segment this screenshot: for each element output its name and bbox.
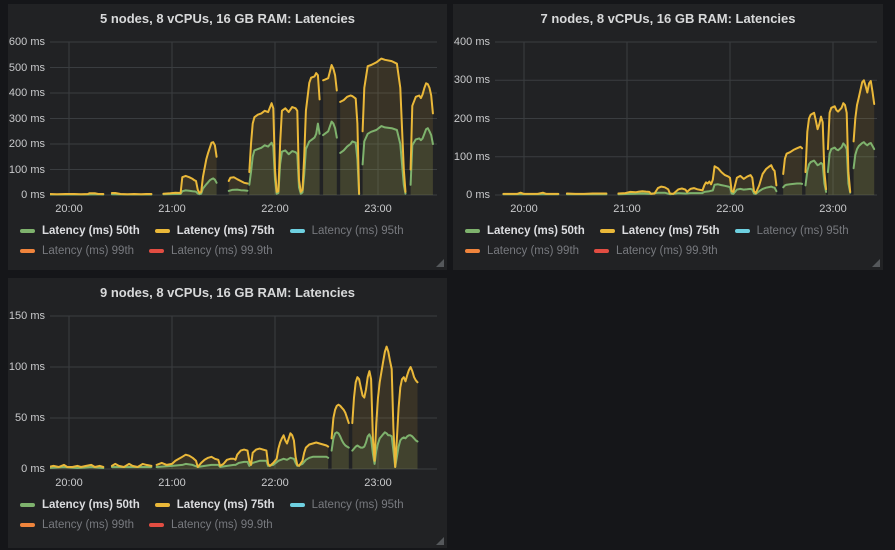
legend-label: Latency (ms) 50th [42,225,140,237]
x-axis-tick-label: 22:00 [252,477,298,489]
panel-9-nodes-latencies: 9 nodes, 8 vCPUs, 16 GB RAM: Latencies 0… [8,278,447,548]
legend-row: Latency (ms) 99th Latency (ms) 99.9th [20,515,433,535]
y-axis-tick-label: 100 ms [8,164,45,176]
panel-7-nodes-latencies: 7 nodes, 8 vCPUs, 16 GB RAM: Latencies 0… [453,4,883,270]
x-axis-tick-label: 22:00 [252,203,298,215]
legend-label: Latency (ms) 95th [312,499,404,511]
series-line [48,193,103,194]
legend-swatch-icon [20,523,35,527]
x-axis-tick-label: 21:00 [149,477,195,489]
legend-item[interactable]: Latency (ms) 99.9th [149,245,273,257]
legend-row: Latency (ms) 50th Latency (ms) 75th Latenc… [20,221,433,241]
panel-5-nodes-latencies: 5 nodes, 8 vCPUs, 16 GB RAM: Latencies 0… [8,4,447,270]
legend-label: Latency (ms) 99.9th [616,245,718,257]
legend-item[interactable]: Latency (ms) 75th [155,225,275,237]
series-line [48,465,103,467]
panel-resize-handle[interactable] [436,537,444,545]
y-axis-tick-label: 0 ms [453,189,490,201]
panel-title[interactable]: 5 nodes, 8 vCPUs, 16 GB RAM: Latencies [8,11,447,26]
legend-item[interactable]: Latency (ms) 99th [465,245,579,257]
legend-label: Latency (ms) 75th [622,225,720,237]
legend-swatch-icon [465,229,480,233]
x-axis-tick-label: 23:00 [355,477,401,489]
legend-swatch-icon [155,229,170,233]
panel-title[interactable]: 7 nodes, 8 vCPUs, 16 GB RAM: Latencies [453,11,883,26]
legend-row: Latency (ms) 50th Latency (ms) 75th Latenc… [20,495,433,515]
legend-label: Latency (ms) 50th [42,499,140,511]
legend-item[interactable]: Latency (ms) 75th [155,499,275,511]
legend-label: Latency (ms) 75th [177,499,275,511]
y-axis-tick-label: 400 ms [8,87,45,99]
legend-item[interactable]: Latency (ms) 99th [20,245,134,257]
y-axis-tick-label: 150 ms [8,310,45,322]
legend-item[interactable]: Latency (ms) 50th [20,499,140,511]
y-axis-tick-label: 100 ms [453,151,490,163]
y-axis-tick-label: 100 ms [8,361,45,373]
legend-swatch-icon [149,523,164,527]
y-axis-tick-label: 200 ms [8,138,45,150]
x-axis-tick-label: 20:00 [46,203,92,215]
y-axis-tick-label: 500 ms [8,62,45,74]
legend-swatch-icon [20,503,35,507]
x-axis-tick-label: 20:00 [501,203,547,215]
y-axis-tick-label: 0 ms [8,189,45,201]
y-axis-tick-label: 400 ms [453,36,490,48]
legend-label: Latency (ms) 99th [42,245,134,257]
legend-item[interactable]: Latency (ms) 50th [465,225,585,237]
legend-swatch-icon [290,503,305,507]
legend-swatch-icon [735,229,750,233]
x-axis-tick-label: 21:00 [604,203,650,215]
legend-row: Latency (ms) 99th Latency (ms) 99.9th [465,241,869,261]
legend-label: Latency (ms) 75th [177,225,275,237]
legend-swatch-icon [155,503,170,507]
y-axis-tick-label: 300 ms [453,74,490,86]
series-line [229,190,248,191]
y-axis-tick-label: 0 ms [8,463,45,475]
x-axis-tick-label: 20:00 [46,477,92,489]
legend-swatch-icon [20,249,35,253]
x-axis-tick-label: 23:00 [810,203,856,215]
legend-label: Latency (ms) 95th [757,225,849,237]
legend-item[interactable]: Latency (ms) 99th [20,519,134,531]
legend-swatch-icon [290,229,305,233]
panel-resize-handle[interactable] [872,259,880,267]
legend: Latency (ms) 50th Latency (ms) 75th Latenc… [20,495,433,535]
legend-label: Latency (ms) 50th [487,225,585,237]
legend: Latency (ms) 50th Latency (ms) 75th Latenc… [20,221,433,261]
x-axis-tick-label: 21:00 [149,203,195,215]
legend-item[interactable]: Latency (ms) 75th [600,225,720,237]
legend: Latency (ms) 50th Latency (ms) 75th Latenc… [465,221,869,261]
legend-row: Latency (ms) 99th Latency (ms) 99.9th [20,241,433,261]
legend-row: Latency (ms) 50th Latency (ms) 75th Latenc… [465,221,869,241]
series-layer [503,80,874,195]
x-axis-tick-label: 22:00 [707,203,753,215]
series-line [112,193,151,194]
legend-swatch-icon [149,249,164,253]
panel-resize-handle[interactable] [436,259,444,267]
series-layer [48,59,433,195]
y-axis-tick-label: 50 ms [8,412,45,424]
panel-title[interactable]: 9 nodes, 8 vCPUs, 16 GB RAM: Latencies [8,285,447,300]
legend-label: Latency (ms) 95th [312,225,404,237]
series-line [503,193,558,194]
legend-label: Latency (ms) 99th [487,245,579,257]
x-axis-tick-label: 23:00 [355,203,401,215]
legend-swatch-icon [600,229,615,233]
legend-item[interactable]: Latency (ms) 95th [290,225,404,237]
legend-item[interactable]: Latency (ms) 95th [735,225,849,237]
series-layer [48,347,417,469]
legend-swatch-icon [594,249,609,253]
legend-swatch-icon [465,249,480,253]
legend-item[interactable]: Latency (ms) 50th [20,225,140,237]
legend-item[interactable]: Latency (ms) 99.9th [594,245,718,257]
y-axis-tick-label: 200 ms [453,113,490,125]
legend-item[interactable]: Latency (ms) 95th [290,499,404,511]
y-axis-tick-label: 600 ms [8,36,45,48]
legend-label: Latency (ms) 99.9th [171,245,273,257]
legend-label: Latency (ms) 99.9th [171,519,273,531]
legend-swatch-icon [20,229,35,233]
legend-item[interactable]: Latency (ms) 99.9th [149,519,273,531]
y-axis-tick-label: 300 ms [8,113,45,125]
legend-label: Latency (ms) 99th [42,519,134,531]
